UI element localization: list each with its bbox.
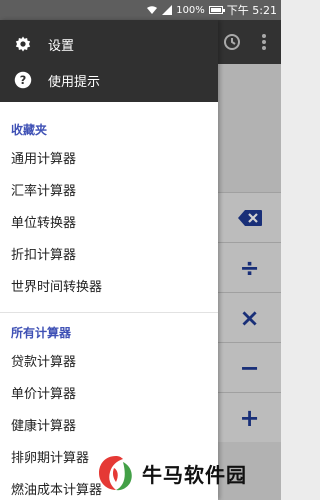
gear-icon: [14, 35, 32, 53]
battery-icon: [208, 6, 225, 14]
battery-percent: 100%: [176, 4, 205, 16]
drawer-header: 设置 ? 使用提示: [0, 20, 218, 102]
settings-label: 设置: [48, 38, 75, 54]
usage-tips-label: 使用提示: [48, 74, 101, 90]
calculator-item[interactable]: 贷款计算器: [0, 347, 218, 379]
calculator-item[interactable]: 单价计算器: [0, 379, 218, 411]
status-icons: 100% 下午 5:21: [146, 2, 277, 18]
favorite-item[interactable]: 单位转换器: [0, 208, 218, 240]
favorites-section-title: 收藏夹: [11, 123, 48, 137]
calculator-item[interactable]: 健康计算器: [0, 411, 218, 443]
clock: 下午 5:21: [226, 4, 277, 17]
help-icon: ?: [14, 71, 32, 89]
settings-item[interactable]: 设置: [0, 26, 218, 62]
all-calculators-section-title: 所有计算器: [11, 326, 72, 340]
section-divider: [0, 312, 218, 313]
wifi-icon: [147, 6, 158, 14]
watermark-logo-icon: [99, 456, 132, 491]
watermark: 牛马软件园: [96, 446, 281, 500]
favorite-item[interactable]: 折扣计算器: [0, 240, 218, 272]
usage-tips-item[interactable]: ? 使用提示: [0, 62, 218, 98]
watermark-text: 牛马软件园: [142, 462, 247, 487]
signal-icon: [162, 5, 173, 15]
favorite-item[interactable]: 汇率计算器: [0, 176, 218, 208]
status-bar: 100% 下午 5:21: [0, 0, 281, 20]
navigation-drawer: 设置 ? 使用提示 收藏夹 通用计算器 汇率计算器 单位转换器 折扣计算器 世界…: [0, 20, 218, 500]
svg-text:?: ?: [20, 74, 27, 87]
favorite-item[interactable]: 世界时间转换器: [0, 272, 218, 304]
favorite-item[interactable]: 通用计算器: [0, 144, 218, 176]
